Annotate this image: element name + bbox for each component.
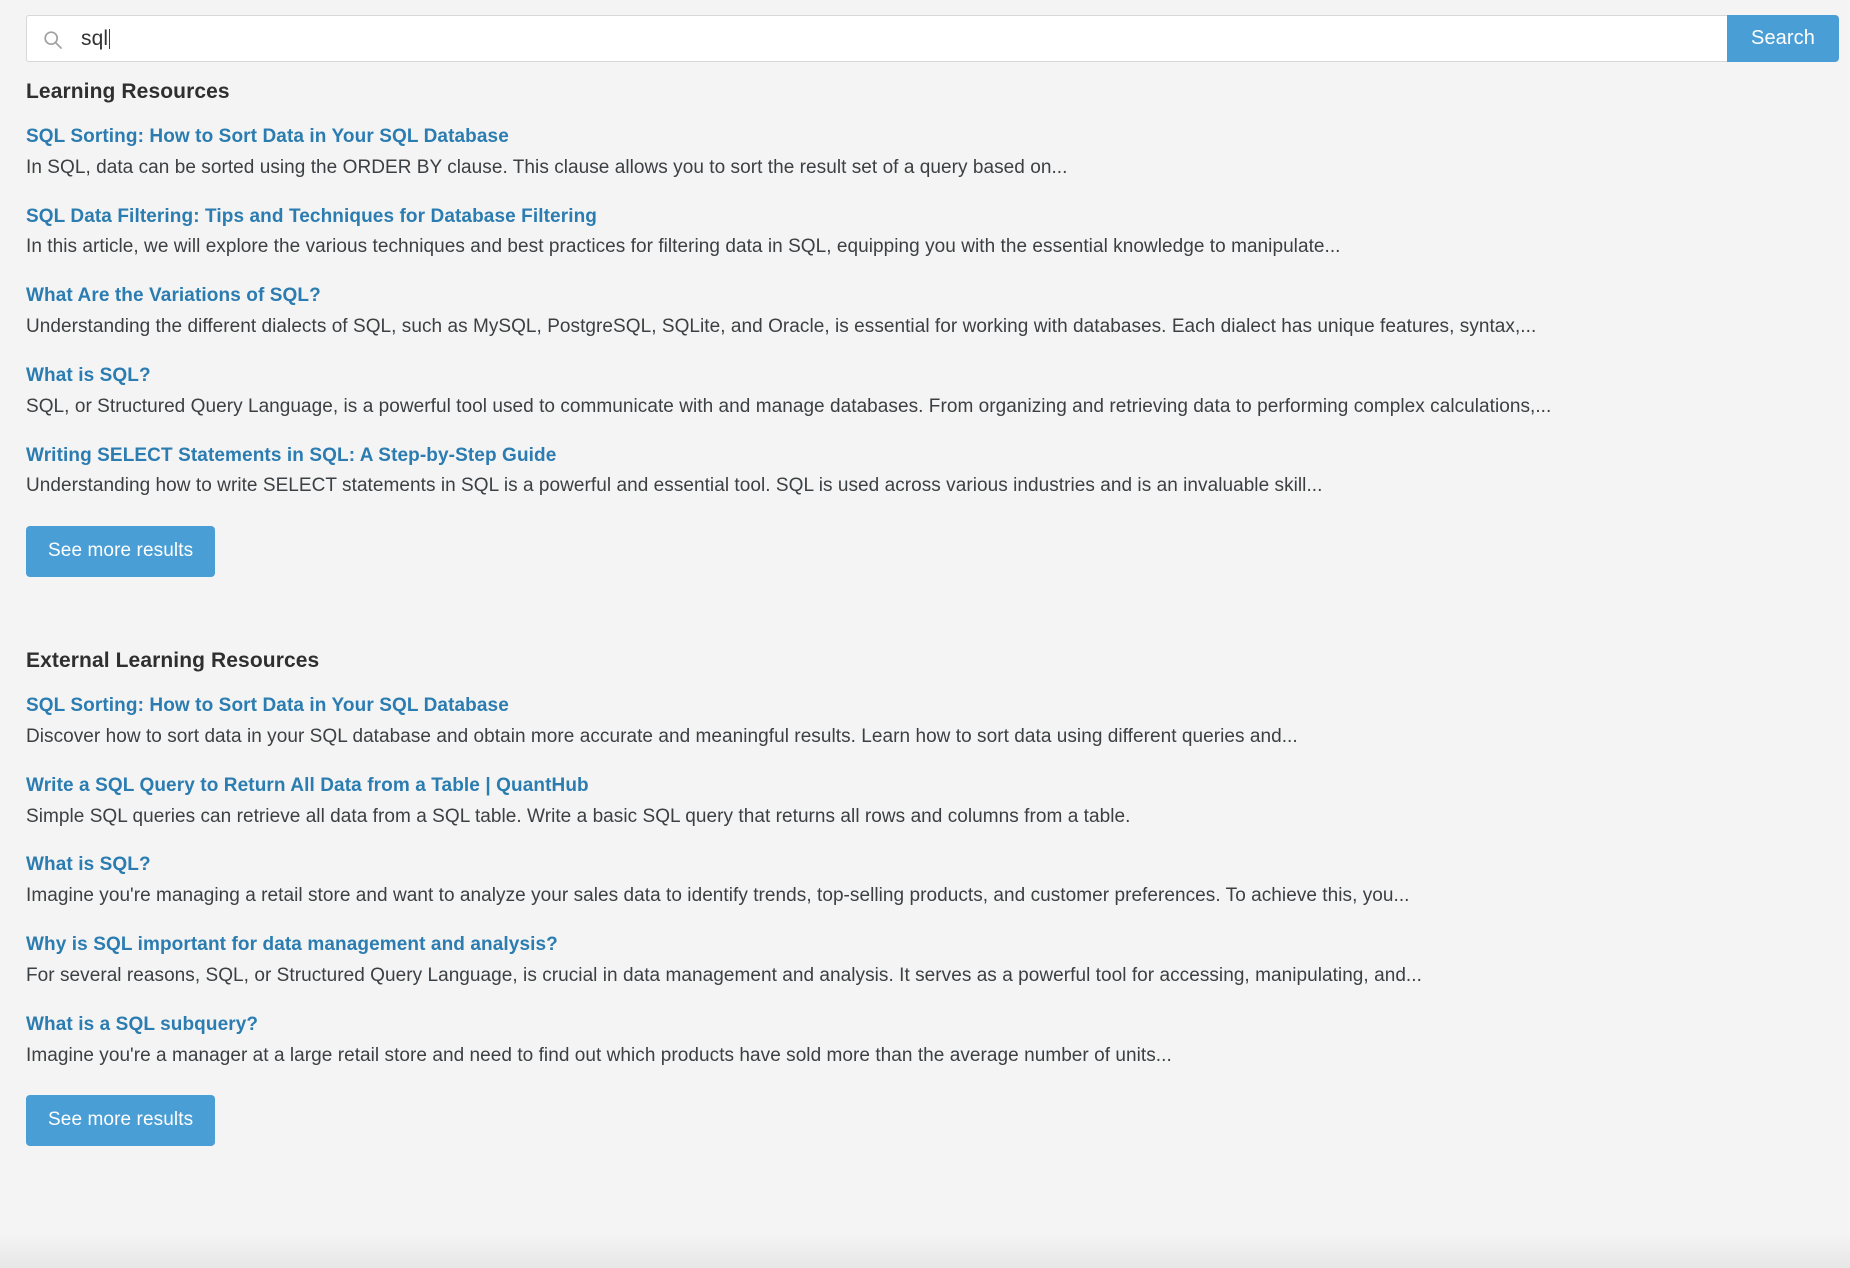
section-title-learning-resources: Learning Resources (26, 80, 230, 103)
result-link[interactable]: Why is SQL important for data management… (26, 934, 1824, 956)
list-item: What is a SQL subquery? Imagine you're a… (26, 1014, 1824, 1068)
result-link[interactable]: SQL Data Filtering: Tips and Techniques … (26, 206, 1824, 228)
text-caret (109, 28, 111, 49)
result-snippet: In this article, we will explore the var… (26, 236, 1341, 258)
result-link[interactable]: SQL Sorting: How to Sort Data in Your SQ… (26, 126, 1824, 148)
list-item: SQL Sorting: How to Sort Data in Your SQ… (26, 695, 1824, 749)
list-item: SQL Data Filtering: Tips and Techniques … (26, 206, 1824, 260)
result-link[interactable]: What Are the Variations of SQL? (26, 285, 1824, 307)
section-divider-spacer (26, 577, 1824, 639)
list-item: SQL Sorting: How to Sort Data in Your SQ… (26, 126, 1824, 180)
result-link[interactable]: What is SQL? (26, 365, 1824, 387)
list-item: Write a SQL Query to Return All Data fro… (26, 775, 1824, 829)
list-item: Why is SQL important for data management… (26, 934, 1824, 988)
result-snippet: For several reasons, SQL, or Structured … (26, 964, 1422, 986)
section-title-external-learning-resources: External Learning Resources (26, 649, 320, 673)
result-snippet: SQL, or Structured Query Language, is a … (26, 395, 1552, 417)
result-link[interactable]: Write a SQL Query to Return All Data fro… (26, 775, 1824, 797)
results-list-learning-resources: SQL Sorting: How to Sort Data in Your SQ… (26, 126, 1824, 498)
search-icon (43, 30, 63, 50)
results-list-external-learning-resources: SQL Sorting: How to Sort Data in Your SQ… (26, 695, 1824, 1067)
result-link[interactable]: What is a SQL subquery? (26, 1014, 1824, 1036)
bottom-scroll-shadow (0, 1234, 1850, 1268)
see-more-results-button-external-learning-resources[interactable]: See more results (26, 1095, 216, 1147)
result-snippet: Understanding how to write SELECT statem… (26, 475, 1323, 497)
result-snippet: Understanding the different dialects of … (26, 316, 1537, 338)
search-input[interactable]: sql (26, 15, 1728, 62)
result-link[interactable]: What is SQL? (26, 854, 1824, 876)
result-snippet: Imagine you're managing a retail store a… (26, 885, 1410, 907)
result-link[interactable]: SQL Sorting: How to Sort Data in Your SQ… (26, 695, 1824, 717)
search-button[interactable]: Search (1727, 15, 1839, 62)
see-more-results-button-learning-resources[interactable]: See more results (26, 526, 216, 578)
search-input-value: sql (81, 27, 109, 50)
result-link[interactable]: Writing SELECT Statements in SQL: A Step… (26, 445, 1824, 467)
list-item: Writing SELECT Statements in SQL: A Step… (26, 445, 1824, 499)
result-snippet: Discover how to sort data in your SQL da… (26, 726, 1298, 748)
list-item: What is SQL? Imagine you're managing a r… (26, 854, 1824, 908)
result-snippet: In SQL, data can be sorted using the ORD… (26, 156, 1068, 178)
results-content: Learning Resources SQL Sorting: How to S… (0, 80, 1850, 1147)
list-item: What is SQL? SQL, or Structured Query La… (26, 365, 1824, 419)
search-bar: sql Search (0, 0, 1850, 70)
result-snippet: Imagine you're a manager at a large reta… (26, 1044, 1172, 1066)
list-item: What Are the Variations of SQL? Understa… (26, 285, 1824, 339)
result-snippet: Simple SQL queries can retrieve all data… (26, 805, 1131, 827)
